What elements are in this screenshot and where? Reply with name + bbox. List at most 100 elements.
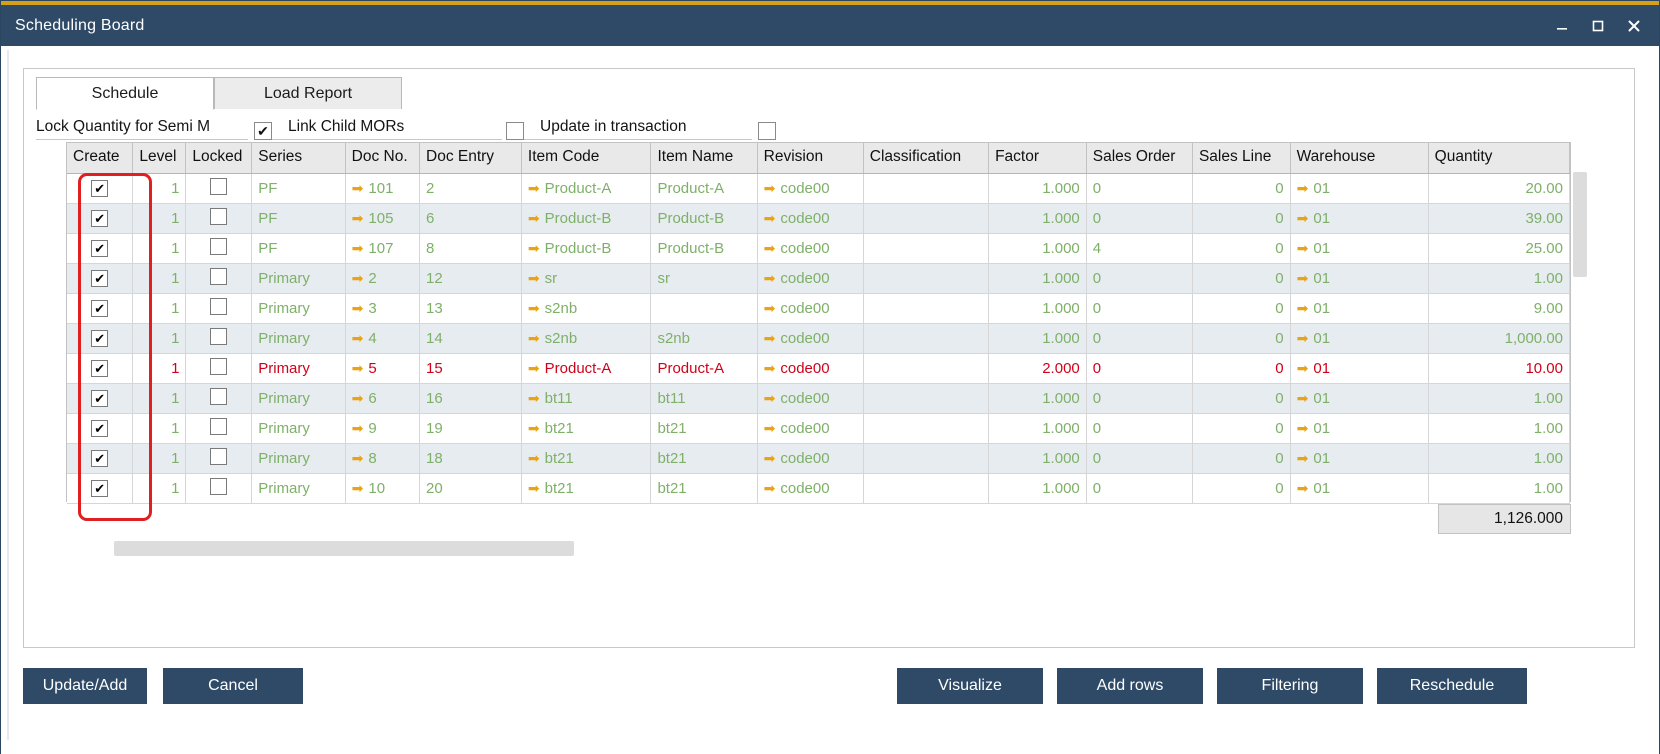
cell-item-code[interactable]: ➡sr [521, 263, 651, 293]
cell-doc-no[interactable]: ➡10 [345, 473, 419, 503]
maximize-button[interactable] [1581, 11, 1615, 41]
col-classification[interactable]: Classification [863, 143, 988, 173]
cell-revision[interactable]: ➡code00 [757, 263, 863, 293]
cell-create[interactable]: ✔ [67, 443, 133, 473]
col-series[interactable]: Series [252, 143, 345, 173]
cell-revision[interactable]: ➡code00 [757, 233, 863, 263]
cell-revision[interactable]: ➡code00 [757, 413, 863, 443]
cell-locked[interactable] [186, 293, 252, 323]
tab-load-report[interactable]: Load Report [214, 77, 402, 110]
cell-locked[interactable] [186, 413, 252, 443]
row-create-checkbox[interactable]: ✔ [91, 300, 108, 317]
update-add-button[interactable]: Update/Add [23, 668, 147, 704]
cell-revision[interactable]: ➡code00 [757, 293, 863, 323]
cell-locked[interactable] [186, 233, 252, 263]
col-warehouse[interactable]: Warehouse [1290, 143, 1428, 173]
cell-revision[interactable]: ➡code00 [757, 173, 863, 203]
col-doc-entry[interactable]: Doc Entry [420, 143, 522, 173]
cell-item-code[interactable]: ➡s2nb [521, 293, 651, 323]
col-doc-no[interactable]: Doc No. [345, 143, 419, 173]
cell-item-code[interactable]: ➡bt21 [521, 443, 651, 473]
row-create-checkbox[interactable]: ✔ [91, 180, 108, 197]
row-create-checkbox[interactable]: ✔ [91, 330, 108, 347]
table-row[interactable]: ✔1Primary➡818➡bt21bt21➡code001.00000➡011… [67, 443, 1570, 473]
cell-item-code[interactable]: ➡Product-B [521, 203, 651, 233]
cell-item-code[interactable]: ➡bt11 [521, 383, 651, 413]
vertical-scrollbar[interactable] [1573, 142, 1587, 502]
cell-create[interactable]: ✔ [67, 203, 133, 233]
cell-item-code[interactable]: ➡bt21 [521, 473, 651, 503]
minimize-button[interactable] [1545, 11, 1579, 41]
table-row[interactable]: ✔1Primary➡616➡bt11bt11➡code001.00000➡011… [67, 383, 1570, 413]
col-create[interactable]: Create [67, 143, 133, 173]
cell-locked[interactable] [186, 353, 252, 383]
row-create-checkbox[interactable]: ✔ [91, 480, 108, 497]
table-row[interactable]: ✔1Primary➡313➡s2nb➡code001.00000➡019.00 [67, 293, 1570, 323]
col-revision[interactable]: Revision [757, 143, 863, 173]
row-locked-checkbox[interactable] [210, 418, 227, 435]
col-locked[interactable]: Locked [186, 143, 252, 173]
cell-warehouse[interactable]: ➡01 [1290, 173, 1428, 203]
table-row[interactable]: ✔1Primary➡919➡bt21bt21➡code001.00000➡011… [67, 413, 1570, 443]
row-locked-checkbox[interactable] [210, 298, 227, 315]
cell-item-code[interactable]: ➡Product-A [521, 353, 651, 383]
vertical-scrollbar-thumb[interactable] [1573, 172, 1587, 277]
col-item-name[interactable]: Item Name [651, 143, 757, 173]
horizontal-scrollbar[interactable] [66, 541, 1571, 556]
row-locked-checkbox[interactable] [210, 328, 227, 345]
row-create-checkbox[interactable]: ✔ [91, 420, 108, 437]
cell-warehouse[interactable]: ➡01 [1290, 203, 1428, 233]
cell-item-code[interactable]: ➡Product-A [521, 173, 651, 203]
cell-locked[interactable] [186, 443, 252, 473]
cell-item-code[interactable]: ➡bt21 [521, 413, 651, 443]
col-factor[interactable]: Factor [989, 143, 1087, 173]
cell-locked[interactable] [186, 263, 252, 293]
cell-locked[interactable] [186, 323, 252, 353]
cell-revision[interactable]: ➡code00 [757, 383, 863, 413]
cell-create[interactable]: ✔ [67, 413, 133, 443]
row-create-checkbox[interactable]: ✔ [91, 360, 108, 377]
col-sales-order[interactable]: Sales Order [1086, 143, 1192, 173]
row-create-checkbox[interactable]: ✔ [91, 450, 108, 467]
cell-create[interactable]: ✔ [67, 173, 133, 203]
cell-warehouse[interactable]: ➡01 [1290, 383, 1428, 413]
cell-warehouse[interactable]: ➡01 [1290, 233, 1428, 263]
cell-warehouse[interactable]: ➡01 [1290, 413, 1428, 443]
table-row[interactable]: ✔1PF➡1012➡Product-AProduct-A➡code001.000… [67, 173, 1570, 203]
tab-schedule[interactable]: Schedule [36, 77, 214, 110]
cell-warehouse[interactable]: ➡01 [1290, 263, 1428, 293]
cell-warehouse[interactable]: ➡01 [1290, 473, 1428, 503]
table-row[interactable]: ✔1Primary➡212➡srsr➡code001.00000➡011.00 [67, 263, 1570, 293]
cell-revision[interactable]: ➡code00 [757, 203, 863, 233]
row-locked-checkbox[interactable] [210, 238, 227, 255]
option-update-in-transaction-checkbox[interactable] [758, 122, 776, 140]
cell-doc-no[interactable]: ➡5 [345, 353, 419, 383]
cell-item-code[interactable]: ➡Product-B [521, 233, 651, 263]
col-level[interactable]: Level [133, 143, 186, 173]
cell-doc-no[interactable]: ➡6 [345, 383, 419, 413]
row-locked-checkbox[interactable] [210, 268, 227, 285]
cell-doc-no[interactable]: ➡4 [345, 323, 419, 353]
cell-create[interactable]: ✔ [67, 323, 133, 353]
cell-doc-no[interactable]: ➡3 [345, 293, 419, 323]
cell-locked[interactable] [186, 173, 252, 203]
cell-warehouse[interactable]: ➡01 [1290, 443, 1428, 473]
table-row[interactable]: ✔1PF➡1078➡Product-BProduct-B➡code001.000… [67, 233, 1570, 263]
cell-create[interactable]: ✔ [67, 353, 133, 383]
cell-create[interactable]: ✔ [67, 473, 133, 503]
row-locked-checkbox[interactable] [210, 358, 227, 375]
visualize-button[interactable]: Visualize [897, 668, 1043, 704]
table-row[interactable]: ✔1Primary➡414➡s2nbs2nb➡code001.00000➡011… [67, 323, 1570, 353]
cell-locked[interactable] [186, 383, 252, 413]
cancel-button[interactable]: Cancel [163, 668, 303, 704]
option-lock-quantity-checkbox[interactable]: ✔ [254, 122, 272, 140]
cell-doc-no[interactable]: ➡101 [345, 173, 419, 203]
table-row[interactable]: ✔1PF➡1056➡Product-BProduct-B➡code001.000… [67, 203, 1570, 233]
cell-revision[interactable]: ➡code00 [757, 473, 863, 503]
cell-create[interactable]: ✔ [67, 263, 133, 293]
table-row[interactable]: ✔1Primary➡515➡Product-AProduct-A➡code002… [67, 353, 1570, 383]
row-create-checkbox[interactable]: ✔ [91, 210, 108, 227]
cell-doc-no[interactable]: ➡9 [345, 413, 419, 443]
cell-doc-no[interactable]: ➡105 [345, 203, 419, 233]
cell-revision[interactable]: ➡code00 [757, 323, 863, 353]
